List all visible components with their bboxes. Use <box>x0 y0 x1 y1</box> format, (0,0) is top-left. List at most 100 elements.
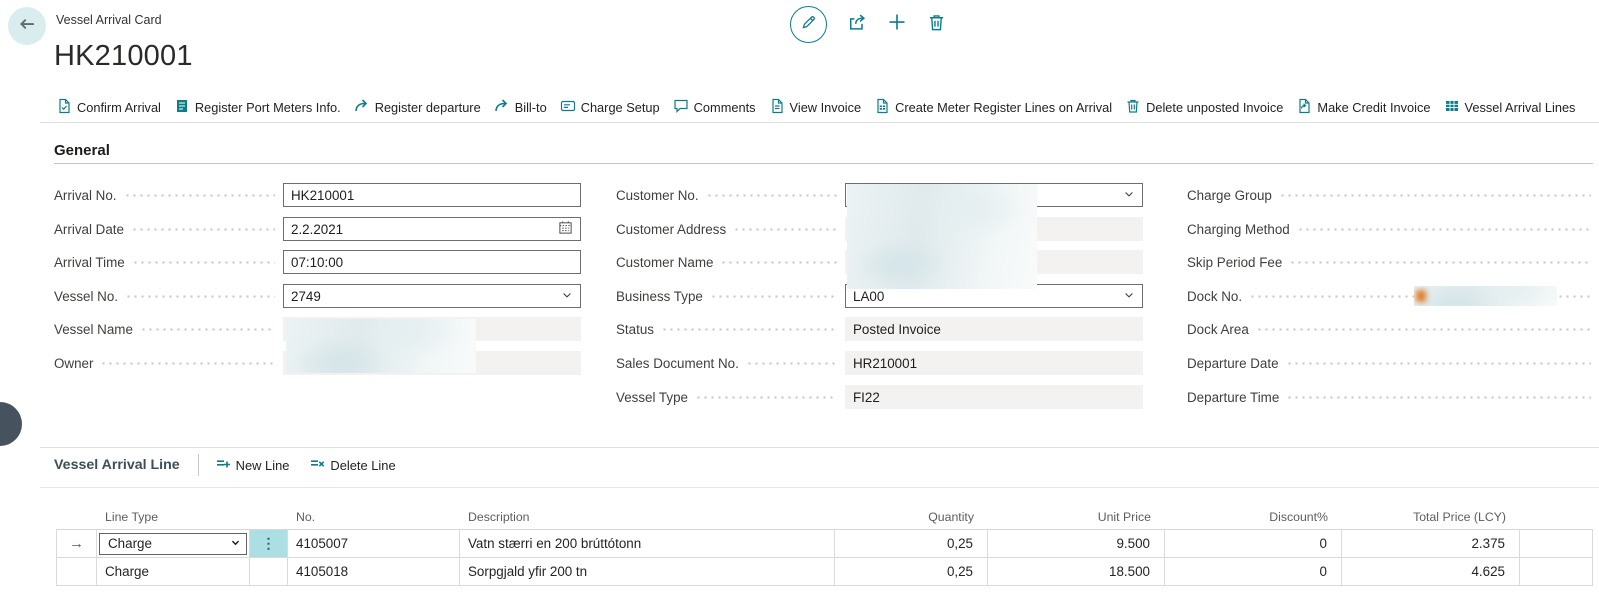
field-customer-no: Customer No. <box>616 183 1143 207</box>
header-selector-col <box>56 504 97 530</box>
action-create-meter-register-lines[interactable]: Create Meter Register Lines on Arrival <box>874 98 1112 117</box>
field-status: Status Posted Invoice <box>616 317 1143 341</box>
total-price-cell[interactable]: 4.625 <box>1342 558 1520 586</box>
curved-arrow-icon <box>354 98 370 117</box>
invoice-document-icon <box>769 98 785 117</box>
row-selector[interactable]: → <box>56 530 97 558</box>
header-ellipsis-col <box>250 504 288 530</box>
col-header-discount[interactable]: Discount% <box>1165 504 1342 530</box>
part-title[interactable]: Vessel Arrival Line <box>54 457 180 473</box>
part-bottom-divider <box>40 487 1599 488</box>
owner-field <box>283 351 581 375</box>
arrival-date-input[interactable]: 2.2.2021 <box>283 217 581 241</box>
field-vessel-no: Vessel No. 2749 <box>54 284 581 308</box>
discount-cell[interactable]: 0 <box>1165 558 1342 586</box>
total-price-cell[interactable]: 2.375 <box>1342 530 1520 558</box>
unit-price-cell[interactable]: 9.500 <box>988 530 1165 558</box>
vessel-type-drilldown[interactable]: FI22 <box>853 390 880 405</box>
new-line-button[interactable]: New Line <box>215 456 290 475</box>
calendar-icon[interactable] <box>558 220 573 238</box>
chevron-down-icon[interactable] <box>561 289 573 304</box>
plus-icon <box>887 12 907 37</box>
general-section-heading[interactable]: General <box>54 142 110 159</box>
discount-cell[interactable]: 0 <box>1165 530 1342 558</box>
field-arrival-time: Arrival Time 07:10:00 <box>54 250 581 274</box>
col-header-line-type[interactable]: Line Type <box>97 504 250 530</box>
action-bill-to[interactable]: Bill-to <box>494 98 547 117</box>
field-vessel-type: Vessel Type FI22 <box>616 385 1143 409</box>
action-make-credit-invoice[interactable]: Make Credit Invoice <box>1296 98 1430 117</box>
col-header-no[interactable]: No. <box>288 504 460 530</box>
arrival-time-input[interactable]: 07:10:00 <box>283 250 581 274</box>
vessel-no-input[interactable]: 2749 <box>283 284 581 308</box>
description-cell[interactable]: Vatn stærri en 200 brúttótonn <box>460 530 835 558</box>
action-delete-unposted-invoice[interactable]: Delete unposted Invoice <box>1125 98 1283 117</box>
line-type-cell[interactable]: Charge <box>97 558 250 586</box>
action-confirm-arrival[interactable]: Confirm Arrival <box>56 98 161 117</box>
action-register-departure[interactable]: Register departure <box>354 98 481 117</box>
arrival-no-input[interactable]: HK210001 <box>283 183 581 207</box>
action-register-port-meters[interactable]: Register Port Meters Info. <box>174 98 341 117</box>
col-header-description[interactable]: Description <box>460 504 835 530</box>
field-customer-address: Customer Address <box>616 217 1143 241</box>
field-skip-period-fee: Skip Period Fee <box>1187 250 1599 274</box>
business-type-input[interactable]: LA00 <box>845 284 1143 308</box>
customer-name-field <box>845 250 1143 274</box>
customer-no-input[interactable] <box>845 183 1143 207</box>
curved-arrow-icon <box>494 98 510 117</box>
description-cell[interactable]: Sorpgjald yfir 200 tn <box>460 558 835 586</box>
current-row-arrow-icon: → <box>69 536 84 551</box>
no-cell[interactable]: 4105007 <box>288 530 460 558</box>
credit-document-icon <box>1296 98 1312 117</box>
line-type-select[interactable]: Charge <box>99 533 247 555</box>
action-vessel-arrival-lines[interactable]: Vessel Arrival Lines <box>1444 98 1576 117</box>
page-toolbar <box>790 6 946 43</box>
select-chevron-icon <box>230 536 241 551</box>
field-dock-area: Dock Area MIÐ <box>1187 317 1599 341</box>
field-sales-document-no: Sales Document No. HR210001 <box>616 351 1143 375</box>
vessel-type-field: FI22 <box>845 385 1143 409</box>
header-tail-col <box>1520 504 1593 530</box>
page-caption: Vessel Arrival Card <box>56 13 162 27</box>
new-button[interactable] <box>887 12 907 37</box>
tail-cell <box>1520 558 1593 586</box>
share-button[interactable] <box>847 12 867 37</box>
row-options-cell[interactable] <box>250 558 288 586</box>
chevron-down-icon[interactable] <box>1123 188 1135 203</box>
field-charging-method: Charging Method Vessel Departure <box>1187 217 1599 241</box>
chevron-down-icon[interactable] <box>1123 289 1135 304</box>
quantity-cell[interactable]: 0,25 <box>835 530 988 558</box>
field-business-type: Business Type LA00 <box>616 284 1143 308</box>
action-view-invoice[interactable]: View Invoice <box>769 98 862 117</box>
delete-line-button[interactable]: Delete Line <box>309 456 395 475</box>
customer-address-field <box>845 217 1143 241</box>
unit-price-cell[interactable]: 18.500 <box>988 558 1165 586</box>
field-departure-date: Departure Date 3.2.2021 <box>1187 351 1599 375</box>
col-header-quantity[interactable]: Quantity <box>835 504 988 530</box>
action-charge-setup[interactable]: Charge Setup <box>560 98 660 117</box>
side-panel-handle[interactable] <box>0 402 22 446</box>
field-charge-group: Charge Group KOMA <box>1187 183 1599 207</box>
field-dock-no: Dock No. <box>1187 284 1599 308</box>
col-header-total-price[interactable]: Total Price (LCY) <box>1342 504 1520 530</box>
delete-button[interactable] <box>927 13 946 37</box>
pencil-icon <box>800 14 817 36</box>
field-owner: Owner <box>54 351 581 375</box>
status-field: Posted Invoice <box>845 317 1143 341</box>
back-button[interactable] <box>8 7 46 45</box>
trash-icon <box>927 13 946 37</box>
document-check-icon <box>56 98 72 117</box>
new-line-icon <box>215 456 231 475</box>
quantity-cell[interactable]: 0,25 <box>835 558 988 586</box>
row-options-button[interactable]: ⋮ <box>250 530 288 558</box>
general-section-rule <box>54 163 1593 164</box>
action-bar-divider <box>40 122 1599 123</box>
edit-button[interactable] <box>790 6 827 43</box>
back-arrow-icon <box>17 14 37 39</box>
col-header-unit-price[interactable]: Unit Price <box>988 504 1165 530</box>
no-cell[interactable]: 4105018 <box>288 558 460 586</box>
action-comments[interactable]: Comments <box>673 98 756 117</box>
line-type-cell: Charge <box>97 530 250 558</box>
row-selector[interactable] <box>56 558 97 586</box>
ellipsis-icon: ⋮ <box>262 535 276 552</box>
